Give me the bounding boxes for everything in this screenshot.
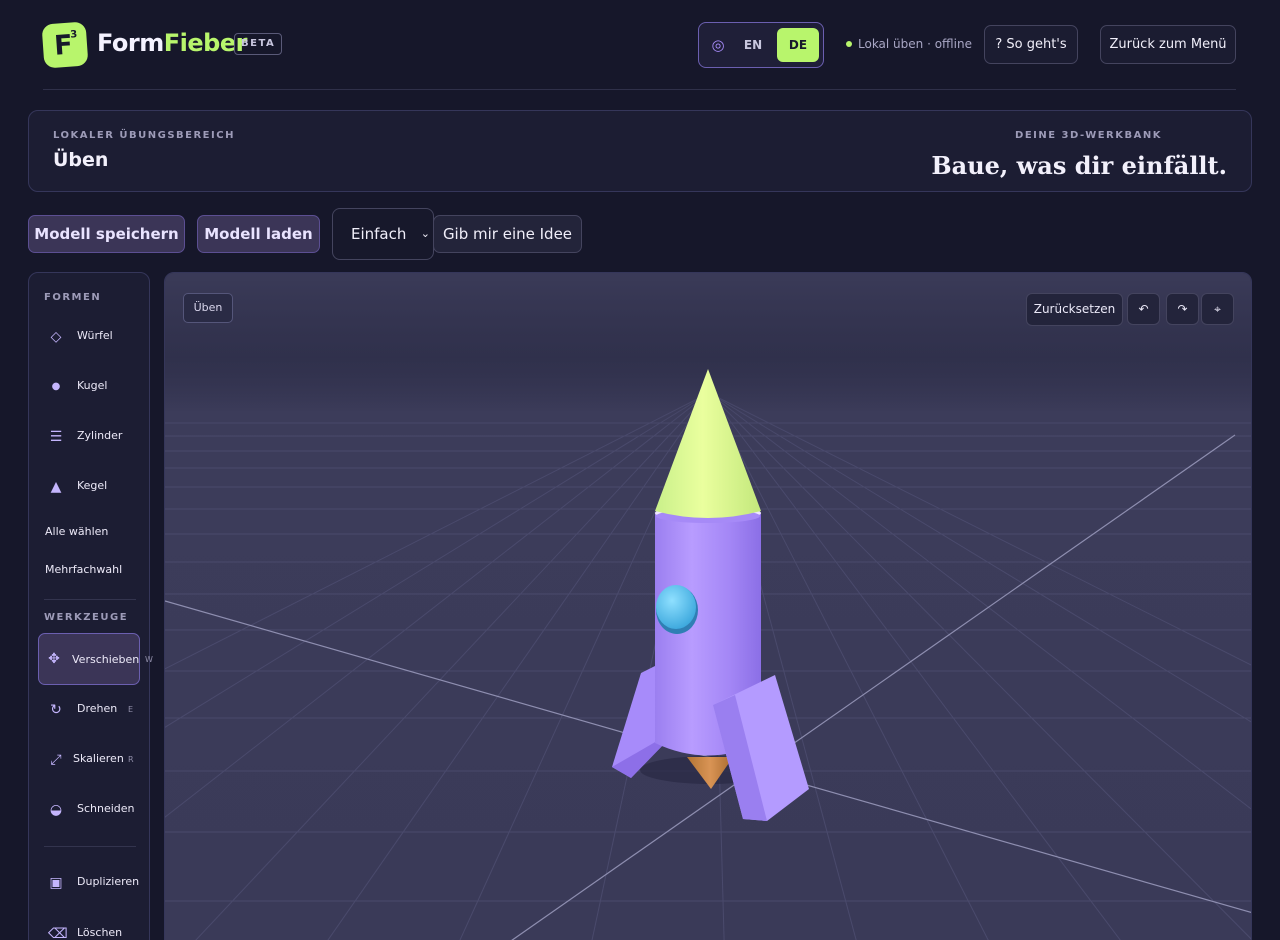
globe-icon: ◎ xyxy=(711,36,725,54)
connection-status: Lokal üben · offline xyxy=(846,37,972,51)
shape-sphere-button[interactable]: ● Kugel xyxy=(29,367,151,407)
hotkey-label: E xyxy=(128,705,134,714)
action-label: Duplizieren xyxy=(77,875,140,888)
chevron-down-icon: ⌄ xyxy=(420,227,430,240)
language-de-button[interactable]: DE xyxy=(777,28,819,62)
sidebar-divider xyxy=(44,599,136,600)
header-divider xyxy=(43,89,1236,90)
redo-button[interactable]: ↷ xyxy=(1166,293,1199,325)
cylinder-icon: ☰ xyxy=(49,429,63,445)
logo-superscript: 3 xyxy=(69,29,78,41)
window-sphere[interactable] xyxy=(656,585,696,629)
tool-rotate-button[interactable]: ↻ Drehen E xyxy=(29,690,151,730)
tool-sidebar: FORMEN ◇ Würfel ● Kugel ☰ Zylinder ▲ Keg… xyxy=(28,272,153,940)
cube-icon: ◇ xyxy=(50,329,62,345)
tool-label: Schneiden xyxy=(77,802,135,815)
shape-label: Kegel xyxy=(77,479,108,492)
workbench-label: DEINE 3D-WERKBANK xyxy=(1015,130,1162,141)
cut-icon: ◒ xyxy=(49,802,63,818)
load-model-button[interactable]: Modell laden xyxy=(197,215,320,253)
focus-button[interactable]: ⌖ xyxy=(1201,293,1234,325)
tool-label: Verschieben xyxy=(72,653,140,666)
3d-viewport[interactable]: Üben Zurücksetzen ↶ ↷ ⌖ xyxy=(164,272,1252,940)
hotkey-label: R xyxy=(128,755,134,764)
hotkey-label: W xyxy=(145,655,153,664)
tools-heading: WERKZEUGE xyxy=(44,612,129,623)
logo-icon[interactable]: F 3 xyxy=(41,21,89,69)
save-model-button[interactable]: Modell speichern xyxy=(28,215,185,253)
duplicate-icon: ▣ xyxy=(49,875,63,891)
tool-move-button[interactable]: ✥ Verschieben xyxy=(38,633,140,685)
status-text: Lokal üben · offline xyxy=(858,37,972,51)
duplicate-button[interactable]: ▣ Duplizieren xyxy=(29,863,151,903)
select-all-button[interactable]: Alle wählen xyxy=(45,525,108,538)
beta-badge: BETA xyxy=(234,33,283,55)
info-panel: LOKALER ÜBUNGSBEREICH Üben DEINE 3D-WERK… xyxy=(28,110,1252,192)
help-button[interactable]: ? So geht's xyxy=(984,25,1078,64)
difficulty-select[interactable]: Einfach ⌄ xyxy=(332,208,434,260)
delete-icon: ⌫ xyxy=(48,926,68,940)
undo-icon: ↶ xyxy=(1138,302,1149,316)
viewport-scene xyxy=(165,273,1251,940)
language-switcher: ◎ EN DE xyxy=(698,22,824,68)
shape-cylinder-button[interactable]: ☰ Zylinder xyxy=(29,417,151,457)
scale-icon: ⤢ xyxy=(50,752,62,768)
shape-cube-button[interactable]: ◇ Würfel xyxy=(29,317,151,357)
action-label: Löschen xyxy=(77,926,123,939)
reset-button[interactable]: Zurücksetzen xyxy=(1026,293,1123,326)
multi-select-button[interactable]: Mehrfachwahl xyxy=(45,563,122,576)
shape-label: Würfel xyxy=(77,329,113,342)
brand-part-form: Form xyxy=(97,29,164,57)
practice-area-title: Üben xyxy=(53,149,109,171)
rotate-icon: ↻ xyxy=(50,702,62,718)
delete-button[interactable]: ⌫ Löschen xyxy=(29,914,151,940)
move-icon: ✥ xyxy=(48,651,60,667)
mode-tag: Üben xyxy=(183,293,233,323)
language-en-button[interactable]: EN xyxy=(735,28,771,62)
practice-area-label: LOKALER ÜBUNGSBEREICH xyxy=(53,130,235,141)
undo-button[interactable]: ↶ xyxy=(1127,293,1160,325)
status-dot-icon xyxy=(846,41,852,47)
top-bar: F 3 FormFieber BETA ◎ EN DE Lokal üben ·… xyxy=(0,0,1280,90)
sphere-icon: ● xyxy=(51,381,61,392)
workbench-slogan: Baue, was dir einfällt. xyxy=(931,151,1227,180)
cone-icon: ▲ xyxy=(50,479,62,495)
crosshair-icon: ⌖ xyxy=(1214,302,1221,316)
tool-cut-button[interactable]: ◒ Schneiden xyxy=(29,790,151,830)
tool-scale-button[interactable]: ⤢ Skalieren R xyxy=(29,740,151,780)
redo-icon: ↷ xyxy=(1177,302,1188,316)
shape-label: Kugel xyxy=(77,379,108,392)
sidebar-divider xyxy=(44,846,136,847)
idea-button[interactable]: Gib mir eine Idee xyxy=(433,215,582,253)
difficulty-value: Einfach xyxy=(351,225,407,243)
shape-label: Zylinder xyxy=(77,429,123,442)
back-to-menu-button[interactable]: Zurück zum Menü xyxy=(1100,25,1236,64)
shapes-heading: FORMEN xyxy=(44,292,102,303)
brand-name: FormFieber xyxy=(97,29,247,57)
shape-cone-button[interactable]: ▲ Kegel xyxy=(29,467,151,507)
tool-label: Drehen xyxy=(77,702,118,715)
tool-label: Skalieren xyxy=(73,752,124,765)
